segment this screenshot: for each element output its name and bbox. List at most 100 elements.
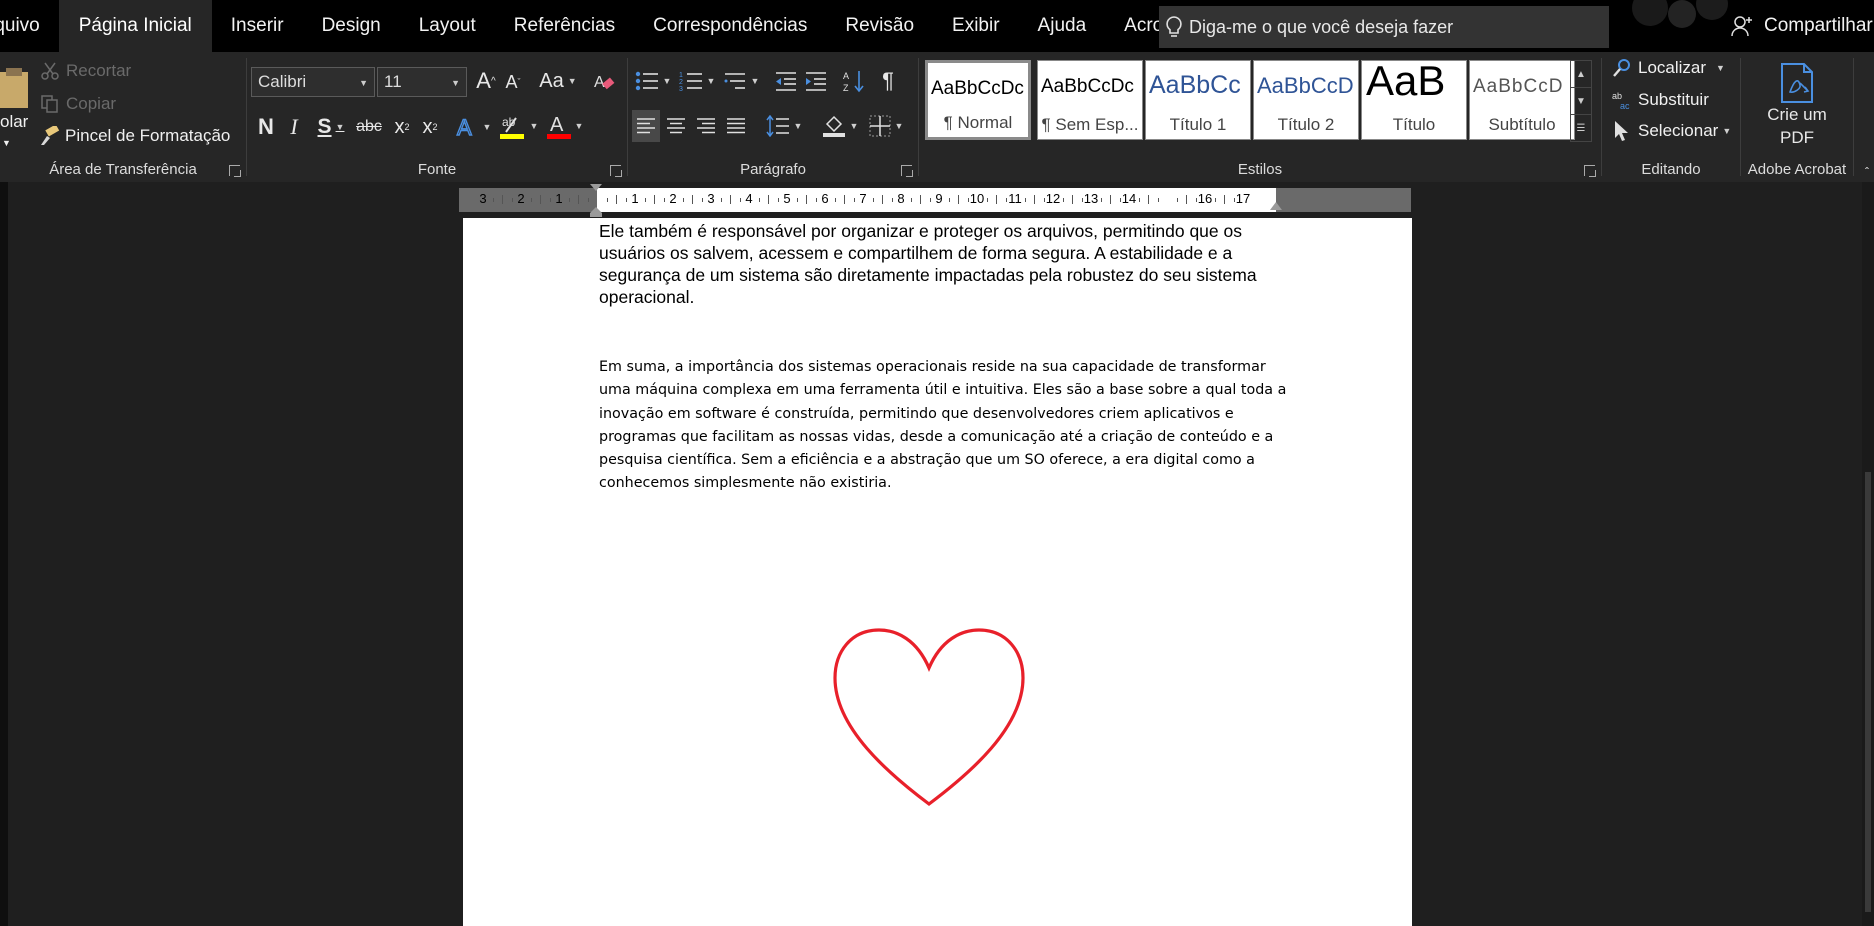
subscript-button[interactable]: x2 (389, 112, 415, 142)
sort-button[interactable]: AZ (840, 66, 868, 96)
bold-button[interactable]: N (253, 112, 279, 142)
paste-button[interactable]: olar (0, 112, 28, 132)
align-right-button[interactable] (692, 110, 720, 142)
indent-marker-icon[interactable] (589, 183, 603, 217)
styles-gallery-scroll: ▲ ▼ ☰ (1570, 60, 1592, 142)
ruler-tick (777, 198, 779, 202)
replace-button[interactable]: ab ac Substituir (1612, 90, 1709, 110)
ruler-number: 9 (935, 191, 943, 206)
select-button[interactable]: Selecionar ▼ (1612, 120, 1731, 142)
tab-file[interactable]: rquivo (0, 0, 59, 52)
style-subtitle[interactable]: AaBbCcD Subtítulo (1469, 60, 1575, 140)
chevron-down-icon: ▼ (359, 78, 368, 88)
align-center-icon (667, 118, 685, 134)
tell-me-search[interactable]: Diga-me o que você deseja fazer (1159, 6, 1609, 48)
increase-indent-button[interactable] (802, 66, 830, 96)
ruler-tick (1138, 198, 1140, 202)
strikethrough-label: abc (356, 118, 382, 135)
document-page[interactable]: Ele também é responsável por organizar e… (463, 218, 1412, 926)
style-heading-1[interactable]: AaBbCc Título 1 (1145, 60, 1251, 140)
tab-home[interactable]: Página Inicial (58, 0, 212, 52)
gallery-up-arrow-icon[interactable]: ▲ (1571, 61, 1591, 88)
styles-dialog-launcher[interactable] (1584, 165, 1596, 177)
collapse-ribbon-icon[interactable]: ˆ (1860, 164, 1874, 180)
strikethrough-button[interactable]: abc (353, 112, 385, 142)
style-name: ¶ Sem Esp... (1041, 115, 1139, 134)
show-formatting-button[interactable]: ¶ (874, 66, 902, 96)
italic-button[interactable]: I (281, 112, 307, 142)
gallery-down-arrow-icon[interactable]: ▼ (1571, 88, 1591, 115)
paste-dropdown-caret[interactable]: ▼ (2, 138, 11, 148)
copy-button[interactable]: Copiar (40, 94, 116, 114)
underline-button[interactable]: S ▼ (311, 112, 351, 142)
line-spacing-icon (765, 115, 789, 137)
vertical-scrollbar[interactable] (1862, 182, 1874, 926)
ruler-number: 7 (859, 191, 867, 206)
numbering-button[interactable]: 1 2 3 ▼ (676, 66, 718, 96)
share-label: Compartilhar (1764, 15, 1873, 36)
svg-text:A: A (550, 114, 564, 136)
borders-button[interactable]: ▼ (864, 110, 908, 142)
cursor-arrow-icon (1615, 121, 1628, 141)
styles-gallery: AaBbCcDc ¶ Normal AaBbCcDc ¶ Sem Esp... … (925, 60, 1581, 142)
change-case-button[interactable]: Aa ▼ (537, 66, 579, 96)
share-button[interactable]: Compartilhar (1730, 0, 1873, 52)
line-spacing-button[interactable]: ▼ (762, 110, 806, 142)
find-label: Localizar (1638, 58, 1707, 77)
tab-insert[interactable]: Inserir (212, 0, 303, 52)
tab-layout[interactable]: Layout (400, 0, 495, 52)
scrollbar-thumb[interactable] (1865, 472, 1871, 912)
tab-references[interactable]: Referências (495, 0, 634, 52)
svg-text:2: 2 (679, 79, 683, 86)
ruler-tick (834, 198, 836, 202)
font-size-combo[interactable]: 11 ▼ (377, 67, 467, 97)
tab-review[interactable]: Revisão (826, 0, 933, 52)
ruler-tick (1034, 195, 1035, 204)
format-painter-button[interactable]: Pincel de Formatação (38, 126, 230, 146)
shrink-font-button[interactable]: Aˇ (501, 68, 525, 96)
clipboard-dialog-launcher[interactable] (229, 165, 241, 177)
gallery-more-icon[interactable]: ☰ (1571, 115, 1591, 142)
paragraph-dialog-launcher[interactable] (901, 165, 913, 177)
tab-mailings[interactable]: Correspondências (634, 0, 826, 52)
svg-text:A: A (457, 115, 472, 139)
ruler-number: 14 (1121, 191, 1137, 206)
bullets-button[interactable]: ▼ (632, 66, 674, 96)
cut-button[interactable]: Recortar (40, 61, 131, 81)
decrease-indent-button[interactable] (772, 66, 800, 96)
font-dialog-launcher[interactable] (610, 165, 622, 177)
text-effects-button[interactable]: A ▼ (453, 112, 493, 142)
style-no-spacing[interactable]: AaBbCcDc ¶ Sem Esp... (1037, 60, 1143, 140)
tab-view[interactable]: Exibir (933, 0, 1019, 52)
document-paragraph[interactable]: Em suma, a importância dos sistemas oper… (599, 356, 1289, 496)
tab-help[interactable]: Ajuda (1019, 0, 1106, 52)
superscript-button[interactable]: x2 (417, 112, 443, 142)
align-left-button[interactable] (632, 110, 660, 142)
clear-formatting-icon[interactable]: A (591, 68, 617, 96)
paragraph-group-label: Parágrafo (740, 161, 806, 178)
heart-shape[interactable] (829, 616, 1029, 810)
replace-icon: abac (1612, 91, 1630, 110)
grow-font-button[interactable]: A ^ (473, 66, 499, 96)
tab-design[interactable]: Design (303, 0, 400, 52)
justify-button[interactable] (722, 110, 750, 142)
font-name-combo[interactable]: Calibri ▼ (251, 67, 375, 97)
highlight-button[interactable]: ab ▼ (497, 110, 541, 142)
align-center-button[interactable] (662, 110, 690, 142)
ruler-tick (1157, 198, 1159, 202)
style-normal[interactable]: AaBbCcDc ¶ Normal (925, 60, 1031, 140)
document-paragraph[interactable]: Ele também é responsável por organizar e… (599, 220, 1279, 308)
font-color-button[interactable]: A ▼ (543, 110, 587, 142)
style-title[interactable]: AaB Título (1361, 60, 1467, 140)
ruler-tick (739, 198, 741, 202)
create-pdf-button[interactable]: Crie um PDF (1759, 58, 1835, 154)
find-button[interactable]: Localizar ▼ (1612, 58, 1725, 78)
ruler-tick (682, 198, 684, 202)
shading-button[interactable]: ▼ (818, 110, 862, 142)
ruler-number: 13 (1083, 191, 1099, 206)
style-heading-2[interactable]: AaBbCcD Título 2 (1253, 60, 1359, 140)
paste-icon[interactable] (0, 62, 30, 112)
right-indent-marker-icon[interactable] (1269, 200, 1283, 214)
multilevel-list-button[interactable]: ▼ (720, 66, 762, 96)
ruler-tick (1186, 195, 1187, 204)
